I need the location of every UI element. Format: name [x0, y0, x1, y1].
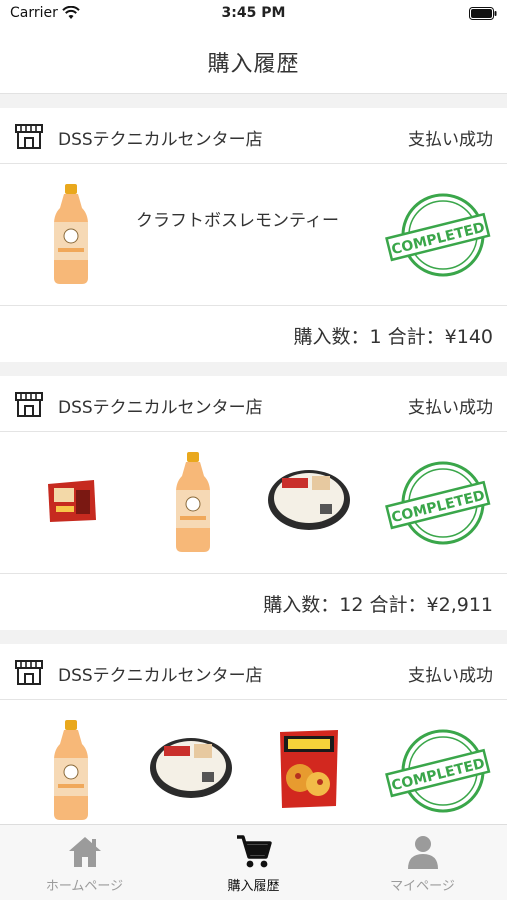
store-icon [15, 392, 43, 417]
order-status: 支払い成功 [408, 666, 493, 686]
order-card[interactable]: DSSテクニカルセンター店 支払い成功 [0, 644, 507, 824]
udon-bowl-image [268, 470, 350, 530]
order-status: 支払い成功 [408, 130, 493, 150]
completed-stamp: COMPLETED [385, 729, 491, 813]
store-name: DSSテクニカルセンター店 [58, 398, 263, 418]
tab-label: マイページ [390, 879, 455, 894]
completed-stamp: COMPLETED [385, 193, 491, 277]
completed-stamp: COMPLETED [385, 461, 491, 545]
udon-bowl-image [150, 738, 232, 798]
home-icon [68, 837, 101, 867]
store-name: DSSテクニカルセンター店 [58, 130, 263, 150]
order-footer: 購入数：12 合計：¥2,911 [0, 574, 507, 630]
order-footer: 購入数：1 合計：¥140 [0, 306, 507, 362]
order-header: DSSテクニカルセンター店 支払い成功 [0, 644, 507, 700]
order-summary: 購入数：1 合計：¥140 [293, 326, 493, 348]
store-name: DSSテクニカルセンター店 [58, 666, 263, 686]
tab-purchase-history[interactable]: 購入履歴 [169, 825, 338, 900]
page-title: 購入履歴 [207, 52, 300, 77]
order-list[interactable]: DSSテクニカルセンター店 支払い成功 クラフトボスレモンティー COMPLET… [0, 108, 507, 824]
tab-label: 購入履歴 [227, 879, 280, 894]
lemon-tea-bottle-image [176, 452, 210, 552]
product-name: クラフトボスレモンティー [136, 211, 339, 231]
tab-my-page[interactable]: マイページ [338, 825, 507, 900]
tab-bar: ホームページ 購入履歴 マイページ [0, 824, 507, 900]
nav-header: 購入履歴 [0, 28, 507, 94]
order-card[interactable]: DSSテクニカルセンター店 支払い成功 [0, 376, 507, 630]
snack-bag-image [48, 480, 96, 522]
store-icon [15, 660, 43, 685]
battery-icon [469, 7, 497, 20]
order-header: DSSテクニカルセンター店 支払い成功 [0, 376, 507, 432]
status-time: 3:45 PM [221, 5, 286, 21]
lemon-tea-bottle-image [54, 184, 88, 284]
status-bar: Carrier 3:45 PM [0, 0, 507, 28]
store-icon [15, 124, 43, 149]
tab-home[interactable]: ホームページ [0, 825, 169, 900]
user-icon [407, 836, 438, 869]
order-items: COMPLETED [0, 432, 507, 574]
order-status: 支払い成功 [408, 398, 493, 418]
lemon-tea-bottle-image [54, 720, 88, 820]
order-summary: 購入数：12 合計：¥2,911 [263, 594, 493, 616]
cart-icon [236, 835, 272, 868]
order-header: DSSテクニカルセンター店 支払い成功 [0, 108, 507, 164]
tab-label: ホームページ [45, 879, 124, 894]
order-card[interactable]: DSSテクニカルセンター店 支払い成功 クラフトボスレモンティー COMPLET… [0, 108, 507, 362]
pizza-potato-chips-image [280, 730, 338, 808]
order-items: クラフトボスレモンティー COMPLETED [0, 164, 507, 306]
order-items: COMPLETED [0, 700, 507, 824]
